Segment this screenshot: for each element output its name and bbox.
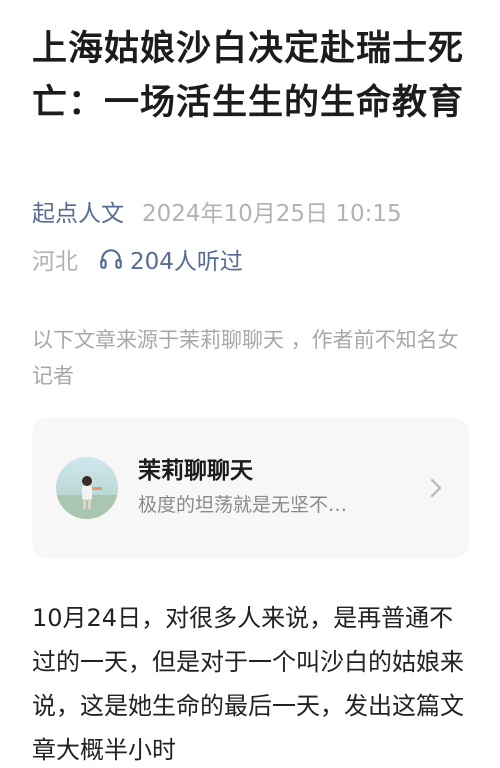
publish-timestamp: 2024年10月25日 10:15: [142, 201, 402, 227]
listen-count: 204人听过: [130, 249, 243, 275]
article-title: 上海姑娘沙白决定赴瑞士死亡：一场活生生的生命教育: [32, 29, 465, 123]
article-body: 10月24日，对很多人来说，是再普通不过的一天，但是对于一个叫沙白的姑娘来说，这…: [32, 604, 464, 764]
article-meta-secondary: 河北 204人听过: [32, 242, 243, 276]
card-account-name: 茉莉聊聊天: [138, 458, 253, 484]
article-meta: 起点人文 2024年10月25日 10:15: [32, 194, 402, 228]
card-text: 茉莉聊聊天 极度的坦荡就是无坚不…: [138, 454, 417, 522]
card-account-description: 极度的坦荡就是无坚不…: [138, 494, 348, 516]
headphone-icon: [100, 249, 122, 269]
article-page: 上海姑娘沙白决定赴瑞士死亡：一场活生生的生命教育 起点人文 2024年10月25…: [0, 0, 500, 768]
publish-location: 河北: [32, 249, 78, 275]
chevron-right-icon: [431, 479, 441, 497]
avatar: [56, 457, 118, 519]
source-account-link[interactable]: 起点人文: [32, 194, 124, 228]
listen-button[interactable]: 204人听过: [98, 242, 243, 276]
source-account-card[interactable]: 茉莉聊聊天 极度的坦荡就是无坚不…: [32, 418, 469, 558]
article-intro: 以下文章来源于茉莉聊聊天 ，作者前不知名女记者: [32, 328, 459, 388]
